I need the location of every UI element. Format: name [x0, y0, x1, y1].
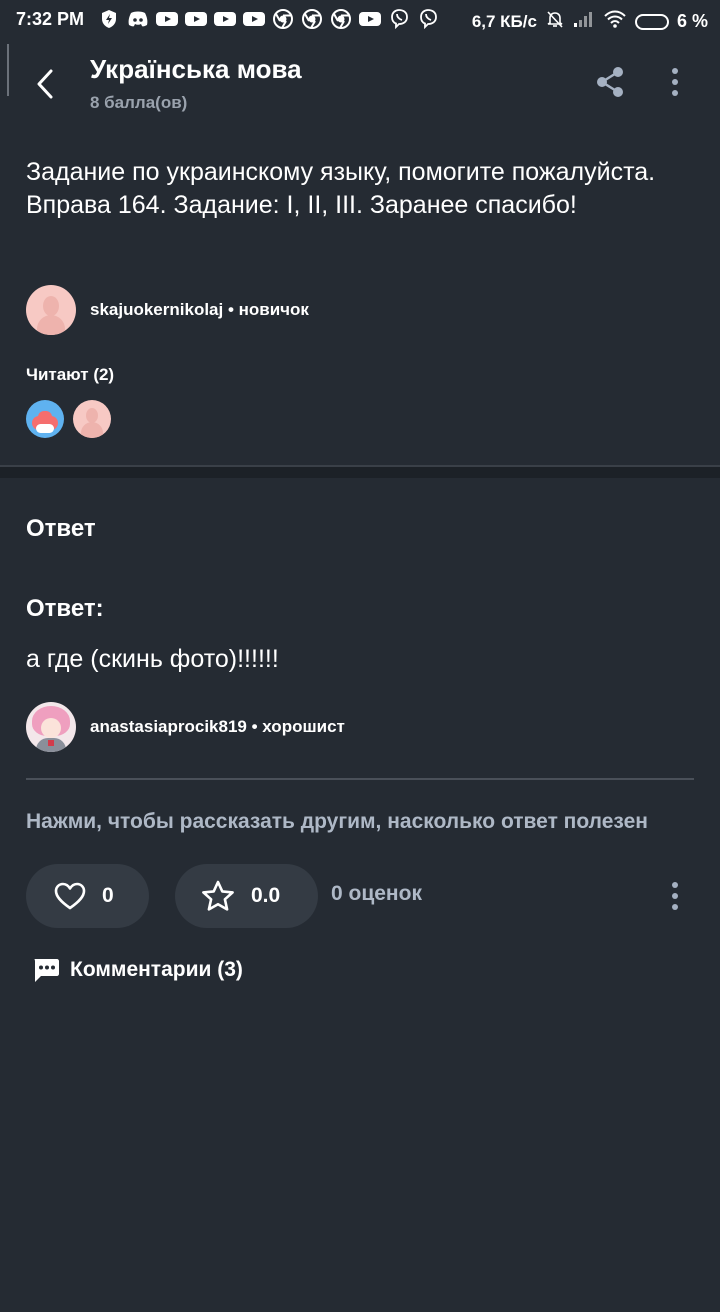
- star-icon: [201, 879, 237, 913]
- comments-button[interactable]: Комментарии (3): [32, 956, 243, 984]
- question-author[interactable]: skajuokernikolaj • новичок: [26, 285, 309, 335]
- wifi-icon: [603, 10, 627, 33]
- points-label: 8 балла(ов): [90, 93, 188, 112]
- chevron-left-icon: [37, 69, 53, 99]
- heart-icon: [54, 881, 86, 911]
- more-vertical-icon: [672, 68, 678, 96]
- youtube-icon: [243, 8, 265, 30]
- question-text: Задание по украинскому языку, помогите п…: [26, 158, 656, 219]
- notification-icons: [98, 8, 439, 30]
- net-speed: 6,7 КБ/с: [471, 11, 537, 31]
- answer-section-heading: Ответ: [26, 515, 96, 542]
- like-button[interactable]: 0: [26, 864, 149, 928]
- comments-label: Комментарии (3): [70, 958, 243, 981]
- signal-icon: [573, 10, 595, 33]
- readers-list: [26, 400, 111, 438]
- rate-prompt[interactable]: Нажми, чтобы рассказать другим, наскольк…: [26, 810, 648, 834]
- battery-percent: 6 %: [676, 11, 708, 31]
- chrome-icon: [301, 8, 323, 30]
- youtube-icon: [214, 8, 236, 30]
- author-name[interactable]: skajuokernikolaj • новичок: [90, 300, 309, 320]
- youtube-icon: [359, 8, 381, 30]
- more-options-button[interactable]: [660, 64, 690, 100]
- avatar[interactable]: [26, 285, 76, 335]
- viber-icon: [417, 8, 439, 30]
- share-icon: [597, 67, 623, 97]
- author-name[interactable]: anastasiaprocik819 • хорошист: [90, 717, 345, 737]
- subject-title: Українська мова: [90, 54, 302, 84]
- bell-muted-icon: [545, 9, 565, 34]
- like-count: 0: [102, 884, 114, 907]
- star-rating: 0.0: [251, 884, 281, 907]
- reader-avatar[interactable]: [26, 400, 64, 438]
- divider: [26, 778, 694, 780]
- answer-text: а где (скинь фото)!!!!!!: [26, 645, 279, 673]
- avatar-placeholder-icon: [43, 296, 59, 316]
- comment-icon: [32, 956, 60, 984]
- shield-bolt-icon: [98, 8, 120, 30]
- status-time: 7:32 PM: [16, 9, 85, 29]
- answer-more-button[interactable]: [662, 878, 688, 914]
- chrome-icon: [330, 8, 352, 30]
- status-bar: 7:32 PM 6,7 КБ/с 6 %: [0, 0, 720, 40]
- readers-label: Читают (2): [26, 365, 115, 384]
- section-divider: [0, 465, 720, 478]
- status-right: 6,7 КБ/с 6 %: [472, 9, 708, 34]
- viber-icon: [388, 8, 410, 30]
- youtube-icon: [185, 8, 207, 30]
- share-button[interactable]: [592, 64, 628, 100]
- more-vertical-icon: [672, 882, 678, 910]
- rate-button[interactable]: 0.0: [175, 864, 318, 928]
- chrome-icon: [272, 8, 294, 30]
- youtube-icon: [156, 8, 178, 30]
- reader-avatar[interactable]: [73, 400, 111, 438]
- app-header: Українська мова 8 балла(ов): [0, 44, 720, 124]
- answer-label: Ответ:: [26, 595, 104, 622]
- answer-author[interactable]: anastasiaprocik819 • хорошист: [26, 702, 345, 752]
- avatar[interactable]: [26, 702, 76, 752]
- discord-icon: [127, 8, 149, 30]
- ratings-count: 0 оценок: [331, 882, 422, 905]
- back-button[interactable]: [28, 64, 62, 104]
- battery-icon: [634, 13, 669, 30]
